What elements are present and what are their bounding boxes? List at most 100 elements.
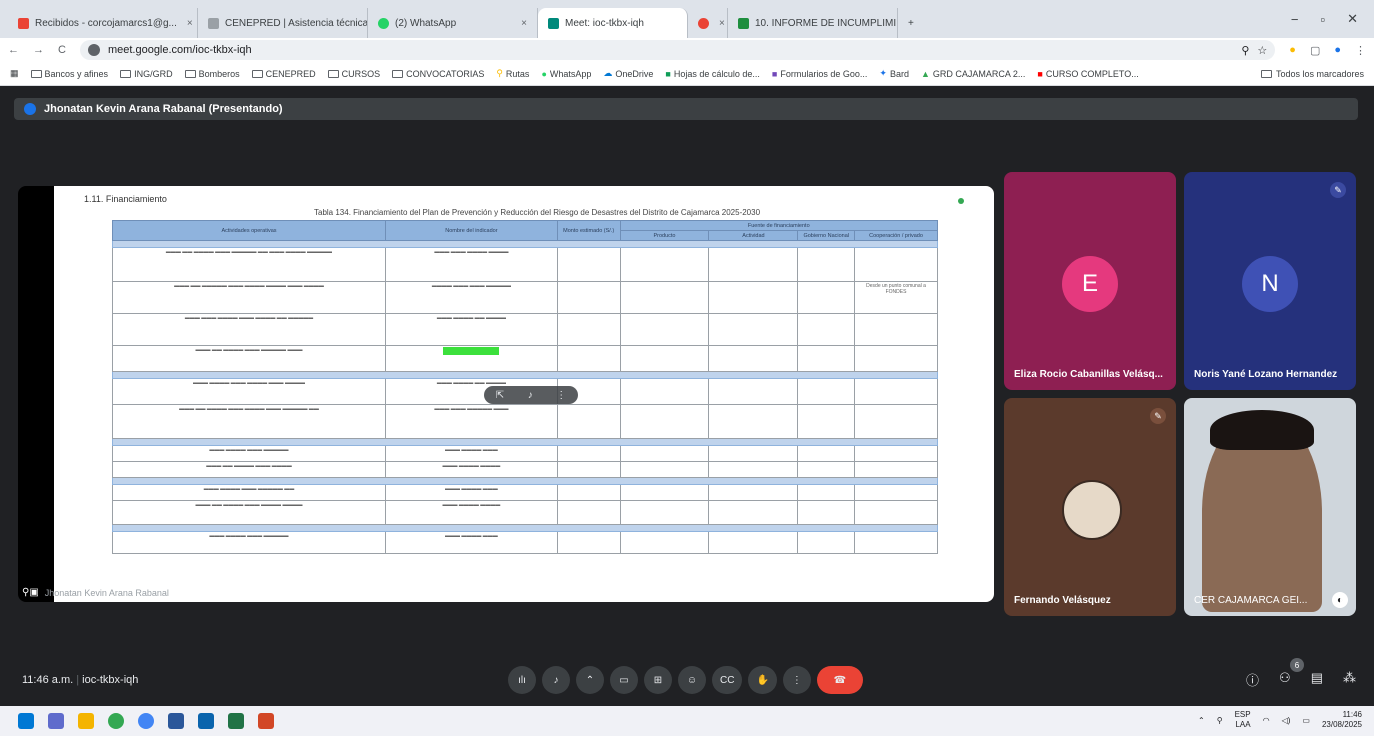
youtube-icon: ■ — [1037, 68, 1043, 79]
bookmark-bancos[interactable]: Bancos y afines — [30, 69, 108, 79]
participant-tile[interactable]: ✎ Fernando Velásquez — [1004, 398, 1176, 616]
chevron-up-icon[interactable]: ⌃ — [1198, 716, 1205, 725]
camera-options-button[interactable]: ⌃ — [576, 666, 604, 694]
battery-icon[interactable]: ▭ — [1302, 716, 1310, 725]
drive-icon: ▲ — [920, 68, 930, 79]
new-tab-button[interactable]: + — [898, 8, 924, 38]
info-icon[interactable]: ⓘ — [1246, 670, 1259, 689]
tab-meet[interactable]: Meet: ioc-tkbx-iqh — [538, 8, 688, 38]
participant-name: CER CAJAMARCA GEI... — [1194, 595, 1308, 606]
sub-header: Cooperación / privado — [854, 230, 938, 241]
forward-icon[interactable]: → — [33, 44, 44, 56]
bookmark-onedrive[interactable]: ☁ OneDrive — [603, 68, 653, 79]
profile-icon[interactable]: ● — [1334, 44, 1341, 56]
participant-tile[interactable]: E Eliza Rocio Cabanillas Velásq... — [1004, 172, 1176, 390]
reload-icon[interactable]: C — [58, 44, 66, 56]
doc-caption: Tabla 134. Financiamiento del Plan de Pr… — [314, 208, 761, 217]
clock[interactable]: 11:46 23/08/2025 — [1322, 710, 1362, 730]
lang-sub-label: LAA — [1235, 720, 1251, 729]
excel-icon[interactable] — [228, 713, 244, 729]
tab-cenepred[interactable]: CENEPRED | Asistencia técnica× — [198, 8, 368, 38]
outlook-icon[interactable] — [198, 713, 214, 729]
close-icon[interactable]: × — [719, 18, 725, 29]
table-row: ▬▬▬ ▬▬▬▬ ▬▬▬ ▬▬▬▬▬ ▬▬▬ ▬▬▬▬ ▬▬▬ — [112, 531, 938, 554]
all-bookmarks[interactable]: Todos los marcadores — [1260, 69, 1364, 79]
table-note: Desde un punto comunal a FONDES — [854, 281, 938, 314]
maximize-icon[interactable]: ▫ — [1320, 12, 1325, 27]
mic-off-icon: ✎ — [1330, 182, 1346, 198]
presenting-icon — [24, 103, 36, 115]
extension-icon[interactable]: ● — [1289, 44, 1296, 56]
folder-icon — [30, 69, 42, 78]
bookmark-convocatorias[interactable]: CONVOCATORIAS — [392, 69, 484, 79]
file-explorer-icon[interactable] — [78, 713, 94, 729]
chat-icon[interactable]: ▤ — [1311, 670, 1323, 689]
people-icon[interactable]: ⚇ — [1279, 670, 1291, 689]
bookmark-cenepred[interactable]: CENEPRED — [251, 69, 316, 79]
avatar-initial: E — [1081, 270, 1098, 297]
windows-start-icon[interactable] — [18, 713, 34, 729]
tab-gmail[interactable]: Recibidos - corcojamarcs1@g... × — [8, 8, 198, 38]
table-row — [112, 240, 938, 248]
close-window-icon[interactable]: ✕ — [1347, 11, 1358, 27]
table-row: ▬▬▬ ▬▬▬ ▬▬▬▬ ▬▬▬ ▬▬▬▬ ▬▬ ▬▬▬▬▬ ▬▬▬ ▬▬▬▬ ▬… — [112, 313, 938, 346]
bookmark-label: WhatsApp — [549, 68, 592, 79]
bookmark-curso[interactable]: ■ CURSO COMPLETO... — [1037, 69, 1138, 79]
task-view-icon[interactable] — [48, 713, 64, 729]
bookmark-star-icon[interactable]: ☆ — [1257, 44, 1267, 57]
table-row: ▬▬▬ ▬▬▬▬ ▬▬▬ ▬▬▬▬▬ ▬▬▬ ▬▬▬▬ ▬▬▬ — [112, 445, 938, 462]
leave-call-button[interactable]: ☎ — [816, 666, 863, 694]
address-bar[interactable]: meet.google.com/ioc-tkbx-iqh ⚲ ☆ — [79, 40, 1276, 60]
pointer-icon[interactable]: ⇱ — [496, 390, 504, 401]
bookmark-cursos[interactable]: CURSOS — [327, 69, 380, 79]
bookmark-grd[interactable]: ▲ GRD CAJAMARCA 2... — [921, 69, 1025, 79]
mic-off-icon: ✎ — [1150, 408, 1166, 424]
table-row: ▬▬▬ ▬▬ ▬▬▬▬ ▬▬▬ ▬▬▬▬ ▬▬▬ ▬▬▬▬ ▬▬▬▬ — [112, 461, 938, 478]
mic-icon[interactable]: ♪ — [528, 390, 533, 401]
tab-recording[interactable]: × — [688, 8, 728, 38]
bookmark-bard[interactable]: ✦ Bard — [879, 68, 909, 79]
side-panel-icon[interactable]: ▢ — [1310, 44, 1320, 57]
activities-icon[interactable]: ⁂ — [1343, 670, 1356, 689]
camera-button[interactable]: ▭ — [610, 666, 638, 694]
tab-informe[interactable]: 10. INFORME DE INCUMPLIMI...× — [728, 8, 898, 38]
menu-icon[interactable]: ⋮ — [1355, 44, 1366, 57]
bookmark-bomberos[interactable]: Bomberos — [184, 69, 240, 79]
more-options-icon[interactable]: ⋮ — [556, 390, 566, 401]
volume-icon[interactable]: ◁) — [1282, 716, 1291, 725]
close-icon[interactable]: × — [187, 18, 193, 29]
apps-icon[interactable]: ▦ — [10, 68, 19, 79]
bookmark-rutas[interactable]: ⚲ Rutas — [496, 68, 529, 79]
participant-tile[interactable]: ✎ N Noris Yané Lozano Hernandez — [1184, 172, 1356, 390]
page-icon — [208, 17, 219, 29]
bookmark-forms[interactable]: ■ Formularios de Goo... — [772, 69, 867, 79]
more-options-button[interactable]: ⋮ — [782, 666, 811, 694]
captions-button[interactable]: CC — [712, 666, 743, 694]
more-options-icon[interactable]: ◐ — [1332, 592, 1348, 608]
close-icon[interactable]: × — [521, 18, 527, 29]
chrome-icon[interactable] — [108, 713, 124, 729]
present-button[interactable]: ⊞ — [644, 666, 672, 694]
bookmark-whatsapp[interactable]: ● WhatsApp — [541, 69, 591, 79]
minimize-icon[interactable]: − — [1291, 12, 1299, 27]
tab-whatsapp[interactable]: (2) WhatsApp × — [368, 8, 538, 38]
tab-label: 10. INFORME DE INCUMPLIMI... — [755, 17, 898, 29]
chrome-profile-icon[interactable] — [138, 713, 154, 729]
back-icon[interactable]: ← — [8, 44, 19, 56]
bookmark-ing-grd[interactable]: ING/GRD — [120, 69, 173, 79]
zoom-icon[interactable]: ⚲ — [1241, 44, 1249, 57]
status-dot — [958, 198, 964, 204]
table-row — [112, 371, 938, 379]
powerpoint-icon[interactable] — [258, 713, 274, 729]
emoji-button[interactable]: ☺ — [678, 666, 706, 694]
wifi-icon[interactable]: ◠ — [1263, 716, 1270, 725]
word-icon[interactable] — [168, 713, 184, 729]
raise-hand-button[interactable]: ✋ — [748, 666, 777, 694]
participant-tile[interactable]: CER CAJAMARCA GEI... ◐ — [1184, 398, 1356, 616]
site-info-icon[interactable] — [87, 44, 100, 56]
bookmark-sheets[interactable]: ■ Hojas de cálculo de... — [665, 69, 760, 79]
language-indicator[interactable]: ESP LAA — [1235, 710, 1251, 730]
pin-icon[interactable]: ⚲▣ — [22, 587, 39, 598]
mic-button[interactable]: ♪ — [542, 666, 570, 694]
highlighted-cell — [443, 347, 500, 355]
